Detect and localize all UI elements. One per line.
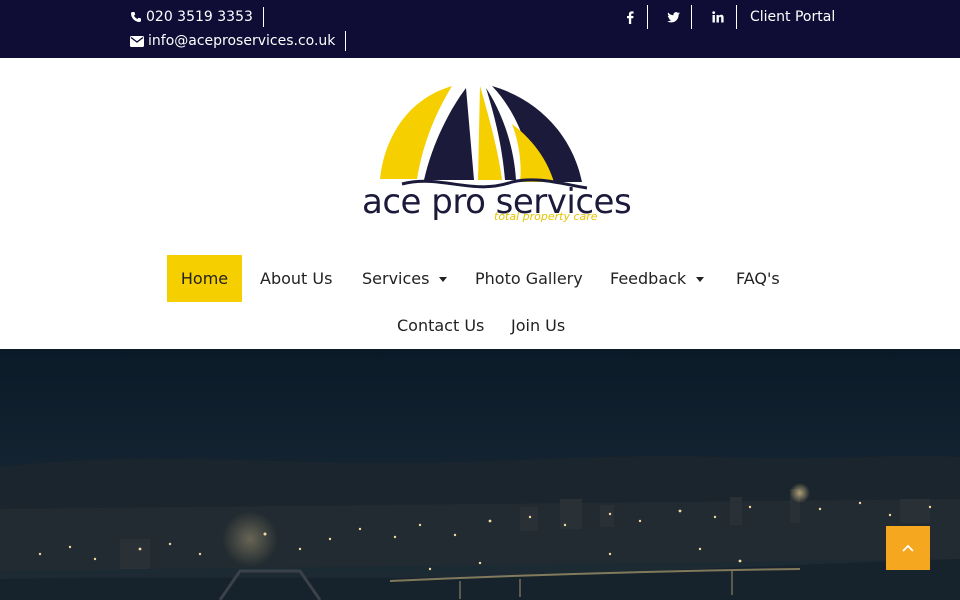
nav-label: Feedback bbox=[610, 269, 687, 288]
nav-feedback[interactable]: Feedback bbox=[610, 255, 705, 302]
nav-about-us[interactable]: About Us bbox=[260, 255, 332, 302]
twitter-icon bbox=[667, 11, 680, 22]
back-to-top-button[interactable] bbox=[886, 526, 930, 570]
nav-label: Photo Gallery bbox=[475, 269, 583, 288]
phone-number: 020 3519 3353 bbox=[146, 9, 253, 25]
caret-down-icon bbox=[439, 277, 448, 282]
chevron-up-icon bbox=[902, 544, 914, 552]
nav-home[interactable]: Home bbox=[167, 255, 242, 302]
logo-tagline: total property care bbox=[494, 210, 598, 223]
twitter-link[interactable] bbox=[656, 5, 692, 29]
phone-link[interactable]: 020 3519 3353 bbox=[130, 7, 264, 27]
nav-contact-us[interactable]: Contact Us bbox=[397, 302, 484, 349]
city-night-image bbox=[0, 349, 960, 600]
email-address: info@aceproservices.co.uk bbox=[148, 33, 336, 49]
facebook-icon bbox=[626, 10, 634, 24]
linkedin-icon bbox=[712, 11, 724, 23]
phone-icon bbox=[131, 12, 141, 22]
envelope-icon bbox=[130, 35, 144, 47]
nav-label: FAQ's bbox=[736, 269, 780, 288]
nav-label: Services bbox=[362, 269, 430, 288]
nav-label: About Us bbox=[260, 269, 333, 288]
nav-services[interactable]: Services bbox=[362, 255, 448, 302]
nav-label: Home bbox=[180, 269, 229, 288]
nav-label: Contact Us bbox=[397, 316, 485, 335]
caret-down-icon bbox=[696, 277, 705, 282]
nav-photo-gallery[interactable]: Photo Gallery bbox=[475, 255, 583, 302]
client-portal-link[interactable]: Client Portal bbox=[750, 7, 835, 27]
nav-join-us[interactable]: Join Us bbox=[511, 302, 565, 349]
linkedin-link[interactable] bbox=[700, 5, 737, 29]
nav-label: Join Us bbox=[511, 316, 566, 335]
sails-logo-graphic bbox=[380, 86, 588, 190]
facebook-link[interactable] bbox=[612, 5, 648, 29]
nav-faqs[interactable]: FAQ's bbox=[736, 255, 780, 302]
email-link[interactable]: info@aceproservices.co.uk bbox=[130, 31, 347, 51]
hero-banner bbox=[0, 349, 960, 600]
top-bar: 020 3519 3353 info@aceproservices.co.uk … bbox=[0, 0, 960, 58]
site-logo[interactable]: ace pro services total property care bbox=[362, 84, 632, 229]
